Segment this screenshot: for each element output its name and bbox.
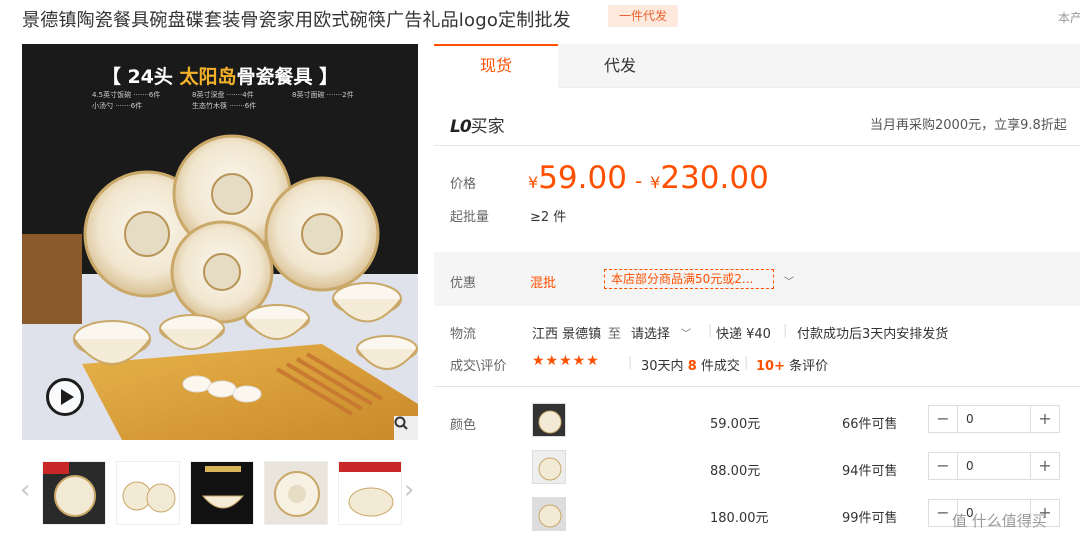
spec-item: 8英寸深盘 ·······4件 (192, 91, 254, 99)
top-right-text: 本产 (1058, 11, 1080, 25)
deals-count: 8 (687, 359, 697, 374)
plus-icon[interactable]: + (1031, 406, 1059, 432)
buyer-level: L0买家 (450, 112, 505, 137)
ship-note: 付款成功后3天内安排发货 (797, 327, 949, 342)
sku-stock: 66件可售 (842, 417, 898, 432)
thumbnail-strip (42, 461, 402, 525)
separator: | (744, 355, 749, 370)
banner-highlight: 太阳岛 (179, 66, 237, 88)
price-max: 230.00 (660, 160, 769, 196)
thumbnail[interactable] (338, 461, 402, 525)
sku-thumbnail[interactable] (532, 497, 566, 531)
sku-thumbnail[interactable] (532, 450, 566, 484)
buyer-promo: 当月再采购2000元，立享9.8折起 (870, 118, 1067, 133)
price-label: 价格 (450, 177, 477, 192)
moq-value: ≥2 件 (530, 210, 567, 225)
buyer-level-suffix: 买家 (470, 117, 505, 137)
sku-price: 88.00元 (710, 464, 761, 479)
discount-detail[interactable]: 本店部分商品满50元或2... (604, 269, 774, 289)
video-play-icon[interactable] (46, 378, 84, 416)
deals-summary: 30天内 8 件成交 (641, 355, 740, 374)
rating-stars: ★★★★★ (532, 353, 600, 369)
minus-icon[interactable]: − (929, 453, 957, 479)
currency-symbol: ¥ (528, 173, 539, 192)
thumbnail[interactable] (190, 461, 254, 525)
thumb-prev-icon[interactable]: ‹ (20, 477, 30, 503)
quantity-stepper: − 0 + (928, 405, 1060, 433)
minus-icon[interactable]: − (929, 406, 957, 432)
sku-price: 180.00元 (710, 511, 769, 526)
ship-destination-select[interactable]: 请选择 (631, 323, 670, 342)
thumbnail[interactable] (264, 461, 328, 525)
currency-symbol: ¥ (650, 173, 661, 192)
image-specs: 4.5英寸饭碗 ·······6件 8英寸深盘 ·······4件 8英寸面碗 ··… (92, 90, 402, 112)
banner-suffix: 骨瓷餐具 】 (236, 66, 339, 88)
spec-item: 4.5英寸饭碗 ·······6件 (92, 91, 161, 99)
sku-price: 59.00元 (710, 417, 761, 432)
separator: | (783, 323, 788, 338)
plus-icon[interactable]: + (1031, 453, 1059, 479)
chevron-down-icon[interactable]: ﹀ (681, 325, 691, 340)
discount-type: 混批 (530, 276, 557, 291)
thumb-next-icon[interactable]: › (404, 477, 414, 503)
buyer-level-row: L0买家 当月再采购2000元，立享9.8折起 (434, 100, 1080, 146)
quantity-input[interactable]: 0 (957, 406, 1031, 432)
image-banner: 【 24头 太阳岛骨瓷餐具 】 (22, 62, 418, 89)
main-product-image[interactable]: 【 24头 太阳岛骨瓷餐具 】 4.5英寸饭碗 ·······6件 8英寸深盘 ·… (22, 44, 418, 440)
tab-in-stock[interactable]: 现货 (434, 44, 558, 88)
spec-item: 生态竹木筷 ·······6件 (192, 102, 257, 110)
spec-item: 8英寸面碗 ·······2件 (292, 91, 354, 99)
sku-row: 88.00元 94件可售 − 0 + (434, 450, 1080, 492)
spec-item: 小汤勺 ·······6件 (92, 102, 143, 110)
thumbnail[interactable] (42, 461, 106, 525)
separator: | (708, 323, 713, 338)
reviews-label: 成交\评价 (450, 359, 507, 374)
watermark: 值 什么值得买 (952, 512, 1047, 530)
discount-label: 优惠 (450, 276, 477, 291)
express-fee: 快递 ¥40 (716, 327, 771, 342)
price-min: 59.00 (538, 160, 627, 196)
dropship-tag[interactable]: 一件代发 (608, 5, 679, 27)
sku-stock: 99件可售 (842, 511, 898, 526)
moq-label: 起批量 (450, 210, 490, 225)
logistics-label: 物流 (450, 327, 477, 342)
buyer-level-code: L0 (450, 117, 472, 137)
banner-prefix: 【 24头 (101, 66, 180, 88)
sku-stock: 94件可售 (842, 464, 898, 479)
price-range: ¥59.00- ¥230.00 (528, 160, 769, 196)
sku-row: 59.00元 66件可售 − 0 + (434, 403, 1080, 445)
review-summary[interactable]: 10+ 条评价 (756, 355, 828, 374)
divider (434, 386, 1080, 387)
deals-suffix: 件成交 (700, 359, 740, 374)
tab-bar: 现货 代发 (434, 44, 1080, 88)
product-title: 景德镇陶瓷餐具碗盘碟套装骨瓷家用欧式碗筷广告礼品logo定制批发 (22, 10, 571, 31)
ship-origin: 江西 景德镇 (532, 327, 602, 342)
review-count: 10+ (756, 359, 785, 374)
review-suffix: 条评价 (789, 359, 829, 374)
discount-band: 优惠 混批 本店部分商品满50元或2... ﹀ (434, 252, 1080, 306)
tab-dropship[interactable]: 代发 (558, 44, 682, 88)
zoom-icon[interactable] (394, 416, 418, 440)
title-bar: 景德镇陶瓷餐具碗盘碟套装骨瓷家用欧式碗筷广告礼品logo定制批发 一件代发 本产 (0, 0, 1080, 36)
thumbnail[interactable] (116, 461, 180, 525)
chevron-down-icon[interactable]: ﹀ (784, 273, 794, 288)
sku-thumbnail[interactable] (532, 403, 566, 437)
separator: | (628, 355, 633, 370)
quantity-input[interactable]: 0 (957, 453, 1031, 479)
ship-to: 至 (608, 327, 622, 342)
deals-prefix: 30天内 (641, 359, 684, 374)
quantity-stepper: − 0 + (928, 452, 1060, 480)
